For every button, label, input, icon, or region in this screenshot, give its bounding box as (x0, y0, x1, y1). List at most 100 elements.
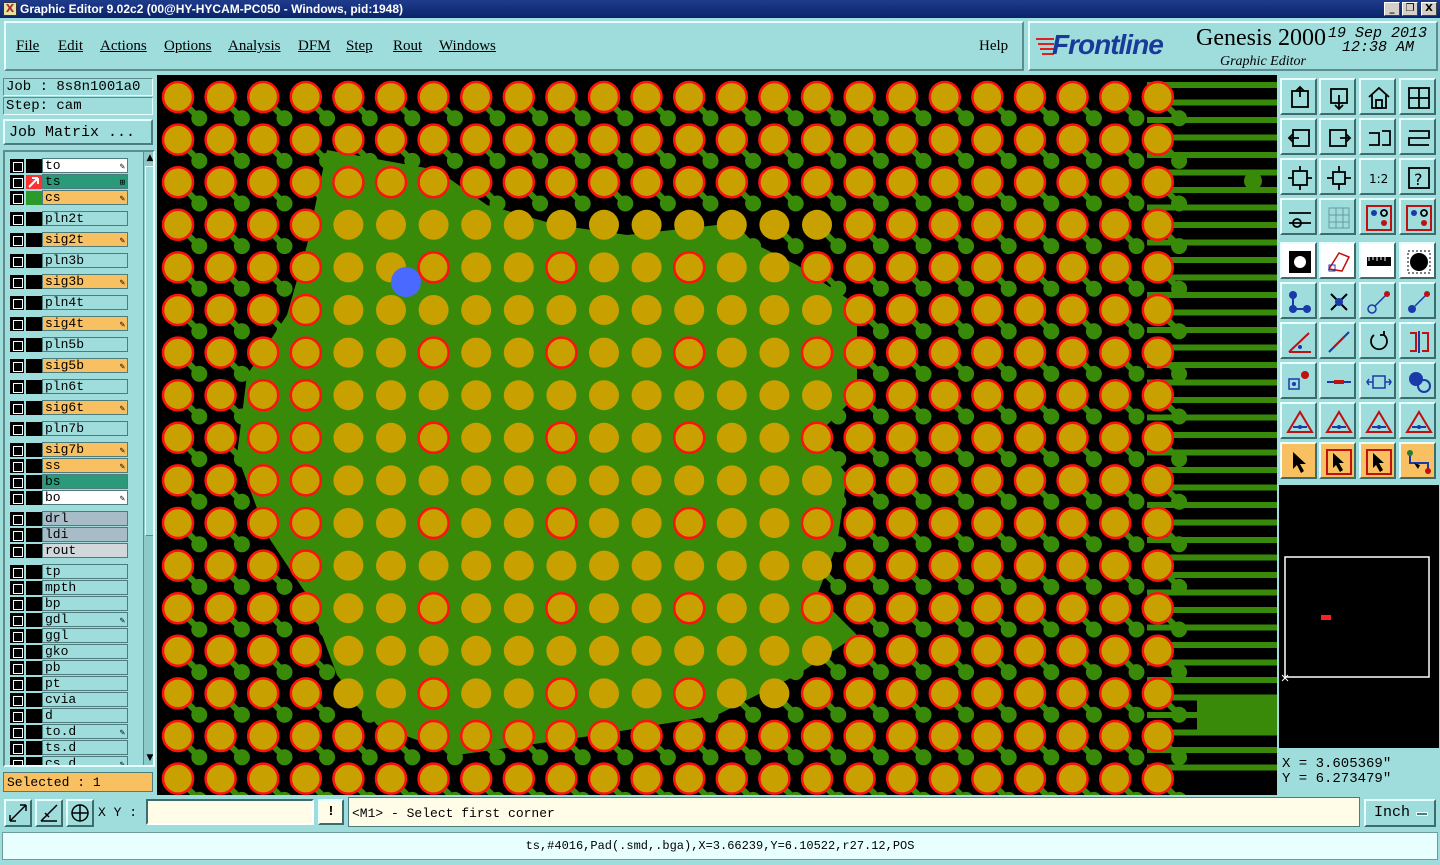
layer-name[interactable]: cvia (42, 692, 128, 707)
layer-row-sig6t[interactable]: sig6t ✎ (7, 400, 129, 415)
layer-checkbox[interactable] (10, 401, 24, 415)
layer-checkbox[interactable] (10, 275, 24, 289)
layer-name[interactable]: rout (42, 543, 128, 558)
layer-name[interactable]: bs (42, 474, 128, 489)
layer-color-swatch[interactable] (26, 544, 42, 558)
layer-name[interactable]: pt (42, 676, 128, 691)
layer-row-ggl[interactable]: ggl (7, 628, 129, 643)
layer-red-icon[interactable] (1359, 198, 1396, 235)
layer-name[interactable]: sig4t ✎ (42, 316, 128, 331)
layer-checkbox[interactable] (10, 191, 24, 205)
layer-row-ldi[interactable]: ldi (7, 527, 129, 542)
layer-color-swatch[interactable] (26, 359, 42, 373)
layer-name[interactable]: sig7b ✎ (42, 442, 128, 457)
layer-row-pln6t[interactable]: pln6t (7, 379, 129, 394)
layer-color-swatch[interactable] (26, 661, 42, 675)
layer-color-swatch[interactable] (26, 401, 42, 415)
triangle3-icon[interactable] (1359, 402, 1396, 439)
layer-color-swatch[interactable] (26, 528, 42, 542)
layer-color-swatch[interactable] (26, 693, 42, 707)
work-layer-arrow-icon[interactable] (26, 175, 42, 189)
menu-windows[interactable]: Windows (439, 38, 496, 55)
layer-name[interactable]: sig5b ✎ (42, 358, 128, 373)
layer-checkbox[interactable] (10, 159, 24, 173)
layer-name[interactable]: ts ⊞ (42, 174, 128, 189)
layer-name[interactable]: sig3b ✎ (42, 274, 128, 289)
layer-name[interactable]: drl (42, 511, 128, 526)
layer-checkbox[interactable] (10, 741, 24, 755)
minimize-button[interactable]: _ (1384, 2, 1400, 16)
layer-color-swatch[interactable] (26, 491, 42, 505)
mirror-icon[interactable] (1399, 322, 1436, 359)
layer-row-drl[interactable]: drl (7, 511, 129, 526)
layer-row-to-d[interactable]: to.d ✎ (7, 724, 129, 739)
layer-checkbox[interactable] (10, 233, 24, 247)
layer-name[interactable]: bo ✎ (42, 490, 128, 505)
layer-color-swatch[interactable] (26, 597, 42, 611)
layer-name[interactable]: gdl ✎ (42, 612, 128, 627)
shape-icon[interactable] (1319, 242, 1356, 279)
layer-name[interactable]: pln7b (42, 421, 128, 436)
layer-color-swatch[interactable] (26, 629, 42, 643)
pointer-icon[interactable] (1280, 442, 1317, 479)
layer-name[interactable]: sig2t ✎ (42, 232, 128, 247)
layer-row-bp[interactable]: bp (7, 596, 129, 611)
layer-row-sig5b[interactable]: sig5b ✎ (7, 358, 129, 373)
move-up-icon[interactable] (1280, 78, 1317, 115)
layer-row-tp[interactable]: tp (7, 564, 129, 579)
layer-color-swatch[interactable] (26, 512, 42, 526)
arrow-blue-icon[interactable] (1399, 282, 1436, 319)
overview-map[interactable] (1279, 485, 1439, 748)
route-icon[interactable] (1399, 442, 1436, 479)
connect-icon[interactable] (1280, 282, 1317, 319)
scroll-down-icon[interactable]: ▼ (144, 752, 153, 764)
layer-checkbox[interactable] (10, 629, 24, 643)
layer-row-ss[interactable]: ss ✎ (7, 458, 129, 473)
circle-icon[interactable] (1399, 242, 1436, 279)
layer-color-swatch[interactable] (26, 741, 42, 755)
triangle4-icon[interactable] (1399, 402, 1436, 439)
layer-row-d[interactable]: d (7, 708, 129, 723)
layer-color-swatch[interactable] (26, 159, 42, 173)
layer-name[interactable]: gko (42, 644, 128, 659)
layer-row-pln2t[interactable]: pln2t (7, 211, 129, 226)
layer-checkbox[interactable] (10, 528, 24, 542)
menu-rout[interactable]: Rout (393, 38, 422, 55)
snake-icon[interactable] (1399, 118, 1436, 155)
layer-red2-icon[interactable] (1399, 198, 1436, 235)
layer-color-swatch[interactable] (26, 296, 42, 310)
snap-icon[interactable] (4, 799, 32, 827)
layer-row-bs[interactable]: bs (7, 474, 129, 489)
menu-help[interactable]: Help (979, 38, 1008, 55)
layer-row-sig4t[interactable]: sig4t ✎ (7, 316, 129, 331)
layer-name[interactable]: cs ✎ (42, 190, 128, 205)
menu-file[interactable]: File (16, 38, 39, 55)
layer-checkbox[interactable] (10, 317, 24, 331)
job-matrix-button[interactable]: Job Matrix ... (3, 119, 153, 145)
close-button[interactable]: X (1421, 2, 1437, 16)
layer-checkbox[interactable] (10, 661, 24, 675)
menu-analysis[interactable]: Analysis (228, 38, 281, 55)
help-icon[interactable]: ? (1399, 158, 1436, 195)
pan-left-icon[interactable] (1280, 118, 1317, 155)
layer-checkbox[interactable] (10, 613, 24, 627)
layer-name[interactable]: bp (42, 596, 128, 611)
layer-name[interactable]: to ✎ (42, 158, 128, 173)
layer-checkbox[interactable] (10, 359, 24, 373)
layer-checkbox[interactable] (10, 693, 24, 707)
layer-row-sig7b[interactable]: sig7b ✎ (7, 442, 129, 457)
layer-color-swatch[interactable] (26, 565, 42, 579)
layer-name[interactable]: pln2t (42, 211, 128, 226)
layer-color-swatch[interactable] (26, 338, 42, 352)
layer-checkbox[interactable] (10, 677, 24, 691)
layer-name[interactable]: mpth (42, 580, 128, 595)
grid-snap-icon[interactable] (66, 799, 94, 827)
layer-row-pt[interactable]: pt (7, 676, 129, 691)
layer-checkbox[interactable] (10, 645, 24, 659)
layer-row-sig3b[interactable]: sig3b ✎ (7, 274, 129, 289)
layer-color-swatch[interactable] (26, 422, 42, 436)
layer-row-mpth[interactable]: mpth (7, 580, 129, 595)
blob-icon[interactable] (1399, 362, 1436, 399)
menu-edit[interactable]: Edit (58, 38, 83, 55)
layer-checkbox[interactable] (10, 475, 24, 489)
